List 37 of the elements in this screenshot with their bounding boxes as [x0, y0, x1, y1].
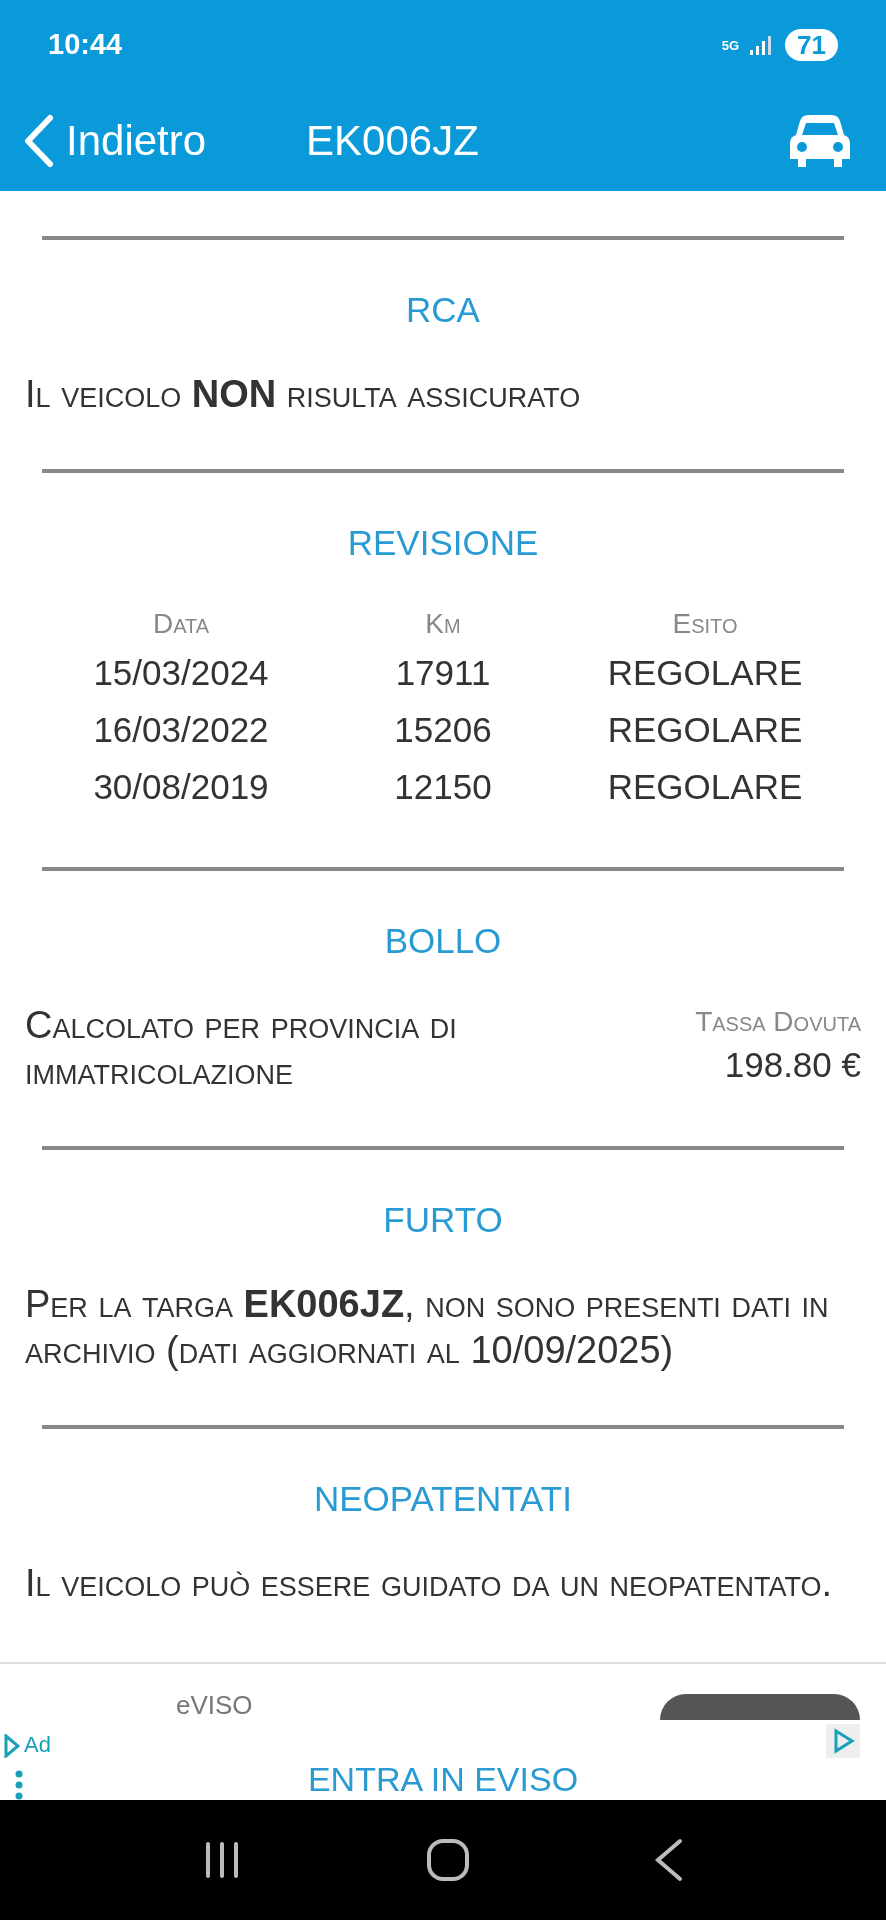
table-cell-text: 30/08/2019	[92, 766, 270, 808]
section-text: Il veicolo può essere guidato da un neopatentato.	[24, 1561, 834, 1606]
advertiser-name: eVISO	[176, 1689, 253, 1722]
ad-info-icon[interactable]	[4, 1734, 20, 1758]
section-title: FURTO	[382, 1199, 504, 1241]
section-title: RCA	[405, 289, 481, 331]
back-button[interactable]: Indietro	[22, 109, 207, 172]
table-cell-text: 17911	[394, 652, 492, 694]
back-icon[interactable]	[654, 1838, 684, 1882]
section-title: REVISIONE	[346, 522, 540, 564]
signal-icon	[749, 34, 772, 56]
table-cell-text: REGOLARE	[606, 766, 804, 808]
ad-choices-icon[interactable]	[826, 1724, 860, 1758]
status-time: 10:44	[48, 27, 123, 63]
amount-label: Tassa Dovuta	[695, 1005, 861, 1039]
column-header: Esito	[671, 607, 739, 641]
amount-value: 198.80 €	[724, 1044, 861, 1086]
column-header: Data	[151, 607, 211, 641]
table-cell-text: REGOLARE	[606, 709, 804, 751]
section-title: NEOPATENTATI	[313, 1478, 573, 1520]
table-cell-text: REGOLARE	[606, 652, 804, 694]
table-cell-text: 16/03/2022	[92, 709, 270, 751]
table-cell-text: 15206	[393, 709, 493, 751]
column-header: Km	[424, 607, 462, 641]
section-text: Il veicolo NON risulta assicurato	[24, 372, 582, 417]
table-cell-text: 15/03/2024	[92, 652, 270, 694]
network-label: 5G	[721, 38, 740, 52]
section-text: Per la targa EK006JZ, non sono presenti dati in archivio (dati aggiornati al 10/09/2025)	[24, 1282, 830, 1373]
battery-icon: 71	[785, 29, 838, 61]
chevron-left-icon	[22, 113, 56, 168]
more-icon[interactable]	[14, 1770, 24, 1800]
section-text: Calcolato per provincia di immatricolazione	[25, 1003, 458, 1094]
car-icon[interactable]	[788, 112, 852, 169]
table-cell-text: 12150	[393, 766, 493, 808]
page-title: EK006JZ	[306, 116, 479, 166]
home-icon[interactable]	[426, 1838, 470, 1882]
section-title: BOLLO	[383, 920, 503, 962]
